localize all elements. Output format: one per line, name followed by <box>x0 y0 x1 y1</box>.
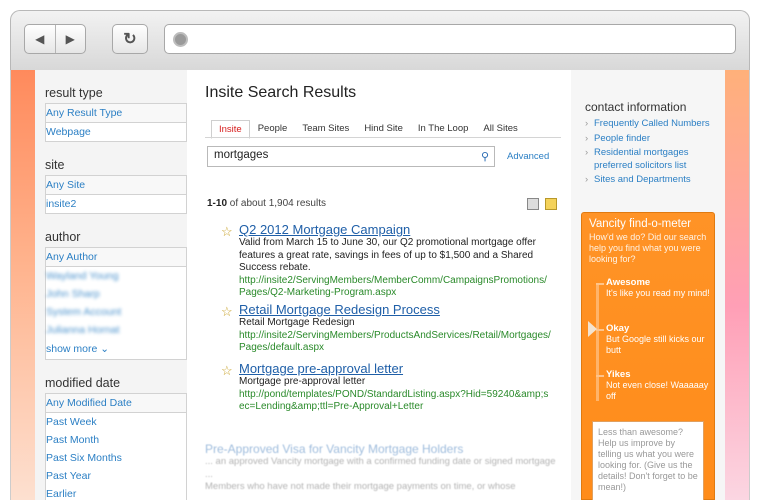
result-title-link[interactable]: Pre-Approved Visa for Vancity Mortgage H… <box>205 442 563 456</box>
option-label: Yikes <box>606 369 631 380</box>
facet-heading: author <box>45 230 81 244</box>
facet-item[interactable]: System Account <box>46 303 186 321</box>
result-title-link[interactable]: Mortgage pre-approval letter <box>239 361 551 376</box>
search-result: ☆ Retail Mortgage Redesign Process Retai… <box>221 302 551 355</box>
facet-item[interactable]: Past Month <box>46 431 186 449</box>
meter-pointer-icon[interactable] <box>588 321 597 337</box>
meter-option-yikes[interactable]: Yikes Not even close! Waaaaay off <box>606 369 714 402</box>
facet-item[interactable]: insite2 <box>46 195 186 213</box>
feedback-textarea[interactable]: Less than awesome? Help us improve by te… <box>592 421 704 500</box>
result-title-link[interactable]: Q2 2012 Mortgage Campaign <box>239 222 551 237</box>
result-description: Valid from March 15 to June 30, our Q2 p… <box>239 237 537 273</box>
contact-link[interactable]: People finder <box>585 133 725 146</box>
right-sidebar: contact information Frequently Called Nu… <box>571 70 725 500</box>
meter-scale <box>596 283 599 401</box>
result-description: Retail Mortgage Redesign <box>239 317 355 328</box>
option-text: But Google still kicks our butt <box>606 334 705 355</box>
star-icon[interactable]: ☆ <box>221 304 233 320</box>
meter-title: Vancity find-o-meter <box>589 218 692 230</box>
contact-link[interactable]: Sites and Departments <box>585 174 725 187</box>
contact-heading: contact information <box>585 100 687 114</box>
facet-heading: modified date <box>45 376 121 390</box>
forward-icon[interactable]: ▶ <box>56 25 86 53</box>
search-result: ☆ Q2 2012 Mortgage Campaign Valid from M… <box>221 222 551 300</box>
result-description: ... an approved Vancity mortgage with a … <box>205 456 556 480</box>
results-area: Insite Search Results Insite People Team… <box>205 70 563 500</box>
star-icon[interactable]: ☆ <box>221 363 233 379</box>
facet-item[interactable]: Any Author <box>46 248 186 267</box>
star-icon[interactable]: ☆ <box>221 224 233 240</box>
result-title-link[interactable]: Retail Mortgage Redesign Process <box>239 302 551 317</box>
facet-item[interactable]: Past Year <box>46 467 186 485</box>
refinement-panel: result type Any Result Type Webpage site… <box>35 70 187 500</box>
facet-result-type: Any Result Type Webpage <box>45 103 187 142</box>
facet-site: Any Site insite2 <box>45 175 187 214</box>
facet-modified-date: Any Modified Date Past Week Past Month P… <box>45 393 187 500</box>
result-description: Mortgage pre-approval letter <box>239 376 366 387</box>
meter-question: How'd we do? Did our search help you fin… <box>589 232 707 264</box>
advanced-search-link[interactable]: Advanced <box>507 151 549 162</box>
address-bar[interactable] <box>164 24 736 54</box>
show-more-link[interactable]: show more ⌄ <box>46 339 186 359</box>
globe-icon <box>173 32 188 47</box>
feedback-placeholder: Less than awesome? Help us improve by te… <box>598 427 698 492</box>
chevron-down-icon: ⌄ <box>100 343 110 355</box>
nav-buttons: ◀ ▶ <box>24 24 86 54</box>
facet-heading: result type <box>45 86 103 100</box>
facet-item[interactable]: Any Modified Date <box>46 394 186 413</box>
browser-toolbar: ◀ ▶ ↻ <box>10 10 750 70</box>
result-url[interactable]: http://insite2/ServingMembers/ProductsAn… <box>239 330 551 355</box>
result-total: of about 1,904 results <box>227 198 326 209</box>
facet-item[interactable]: Wayland Young <box>46 267 186 285</box>
meter-tick <box>596 329 604 331</box>
left-decoration <box>11 70 35 500</box>
facet-item[interactable]: Earlier <box>46 485 186 500</box>
reload-icon[interactable]: ↻ <box>112 24 148 54</box>
meter-tick <box>596 375 604 377</box>
contact-info: contact information Frequently Called Nu… <box>571 70 725 187</box>
result-url[interactable]: http://insite2/ServingMembers/MemberComm… <box>239 275 551 300</box>
web-page: result type Any Result Type Webpage site… <box>10 70 750 500</box>
facet-item[interactable]: Any Site <box>46 176 186 195</box>
page-title: Insite Search Results <box>205 84 357 101</box>
meter-tick <box>596 283 604 285</box>
meter-option-awesome[interactable]: Awesome It's like you read my mind! <box>606 277 710 299</box>
option-text: Not even close! Waaaaay off <box>606 380 709 401</box>
meter-option-okay[interactable]: Okay But Google still kicks our butt <box>606 323 714 356</box>
facet-heading: site <box>45 158 65 172</box>
alert-me-icon[interactable] <box>545 198 557 210</box>
search-input[interactable] <box>214 149 469 161</box>
facet-item[interactable]: Webpage <box>46 123 186 141</box>
result-url[interactable]: http://pond/templates/POND/StandardListi… <box>239 389 551 414</box>
tab-divider <box>205 137 561 138</box>
facet-item[interactable]: Past Week <box>46 413 186 431</box>
right-decoration <box>723 70 749 500</box>
show-more-label: show more <box>46 343 98 355</box>
contact-link[interactable]: Frequently Called Numbers <box>585 118 725 131</box>
rss-feed-icon[interactable] <box>527 198 539 210</box>
facet-item[interactable]: Past Six Months <box>46 449 186 467</box>
option-label: Awesome <box>606 277 651 288</box>
option-label: Okay <box>606 323 630 334</box>
facet-author: Any Author Wayland Young John Sharp Syst… <box>45 247 187 360</box>
search-result: ☆ Mortgage pre-approval letter Mortgage … <box>221 361 551 414</box>
faded-result: Pre-Approved Visa for Vancity Mortgage H… <box>205 442 563 500</box>
search-box: ⚲ <box>207 146 495 167</box>
contact-link[interactable]: Residential mortgages preferred solicito… <box>585 147 725 172</box>
result-description: Members who have not made their mortgage… <box>205 481 516 492</box>
search-icon[interactable]: ⚲ <box>481 150 489 163</box>
facet-item[interactable]: John Sharp <box>46 285 186 303</box>
facet-item[interactable]: Julianna Hornat <box>46 321 186 339</box>
option-text: It's like you read my mind! <box>606 288 710 298</box>
result-count: 1-10 of about 1,904 results <box>207 198 326 209</box>
back-icon[interactable]: ◀ <box>25 25 56 53</box>
facet-item[interactable]: Any Result Type <box>46 104 186 123</box>
find-o-meter: Vancity find-o-meter How'd we do? Did ou… <box>581 212 715 500</box>
result-range: 1-10 <box>207 198 228 209</box>
